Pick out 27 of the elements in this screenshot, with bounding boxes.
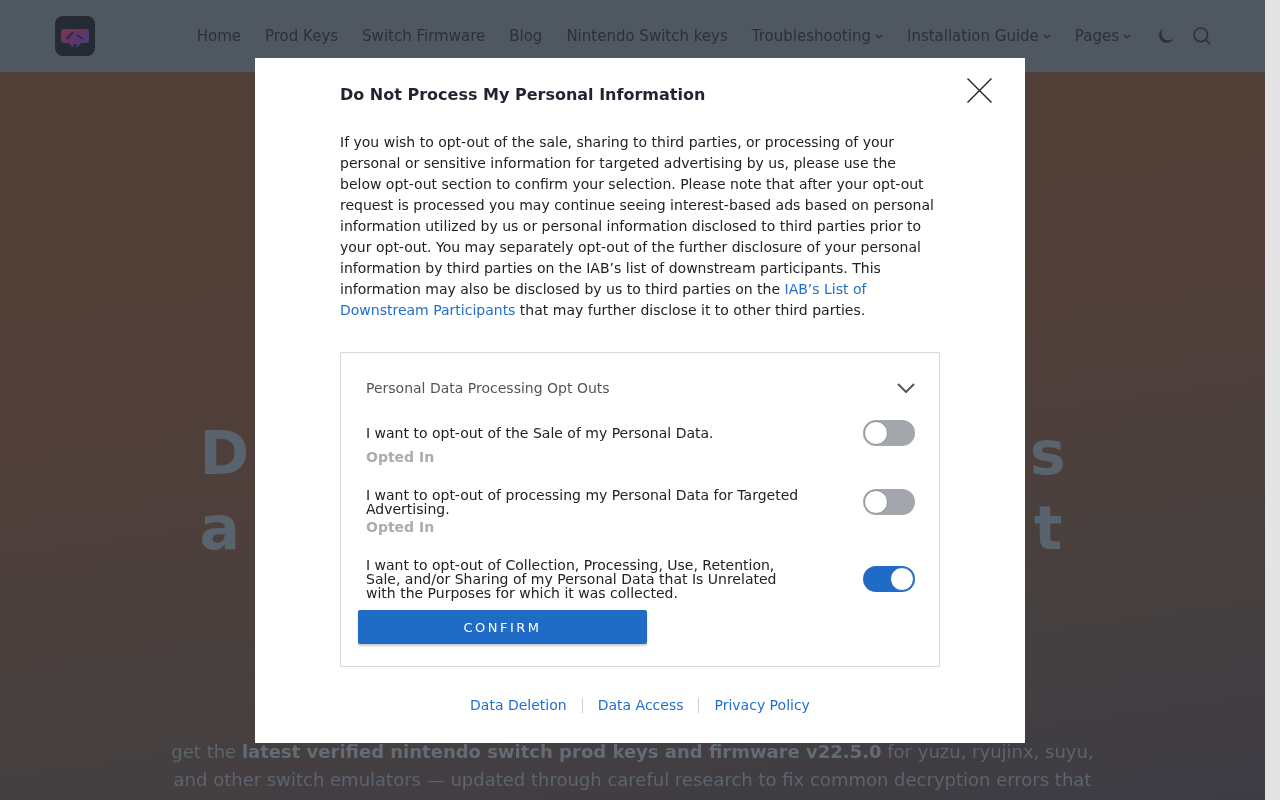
footer-link[interactable]: Privacy Policy [714,696,810,714]
toggle-switch[interactable] [863,420,915,446]
toggle-switch[interactable] [863,489,915,515]
scrollbar-track[interactable] [1265,0,1280,800]
close-icon [967,78,992,103]
opt-out-label: I want to opt-out of the Sale of my Personal Data. [366,426,715,440]
dialog-body-text: If you wish to opt-out of the sale, sharing to third parties, or processing of your personal or sensitive information for targeted advertising by us, please use the below opt-out section to confirm your selection. Please note that after your opt-out request is processed you may continue seeing interest-based ads based on personal information utilized by us or personal information disclosed to third parties prior to your opt-out. You may separately opt-out of the further disclosure of your personal information by third parties on the IAB’s list of downstream participants. This information may also be disclosed by us to third parties on the IAB’s List of Downstream Participants that may further disclose it to other third parties. [340,133,935,320]
dialog-title: Do Not Process My Personal Information [340,85,706,105]
footer-link[interactable]: Data Deletion [470,696,567,714]
caret-icon [874,33,883,39]
gamepad-logo-icon[interactable] [55,16,95,56]
confirm-button[interactable]: CONFIRM [358,610,647,644]
moon-icon[interactable] [1158,28,1174,44]
opt-out-label: I want to opt-out of processing my Personal Data for Targeted Advertising. [366,488,800,516]
text-link[interactable]: IAB’s List of [784,281,867,297]
chevron-down-icon[interactable] [897,383,915,393]
caret-icon [1042,33,1051,39]
search-icon[interactable] [1193,27,1211,45]
footer-link[interactable]: Data Access [597,696,684,714]
text-link[interactable]: Downstream Participants [340,302,516,318]
opt-status-text: Opted In [366,520,435,534]
section-heading: Personal Data Processing Opt Outs [366,379,610,398]
close-button[interactable] [967,78,992,103]
opt-status-text: Opted In [366,450,435,464]
opt-out-label: I want to opt-out of Collection, Processing, Use, Retention, Sale, and/or Sharing of my Personal Data that Is Unrelated with the Purposes for which it was collected. [366,558,778,600]
toggle-switch[interactable] [863,566,915,592]
caret-icon [1123,33,1131,39]
